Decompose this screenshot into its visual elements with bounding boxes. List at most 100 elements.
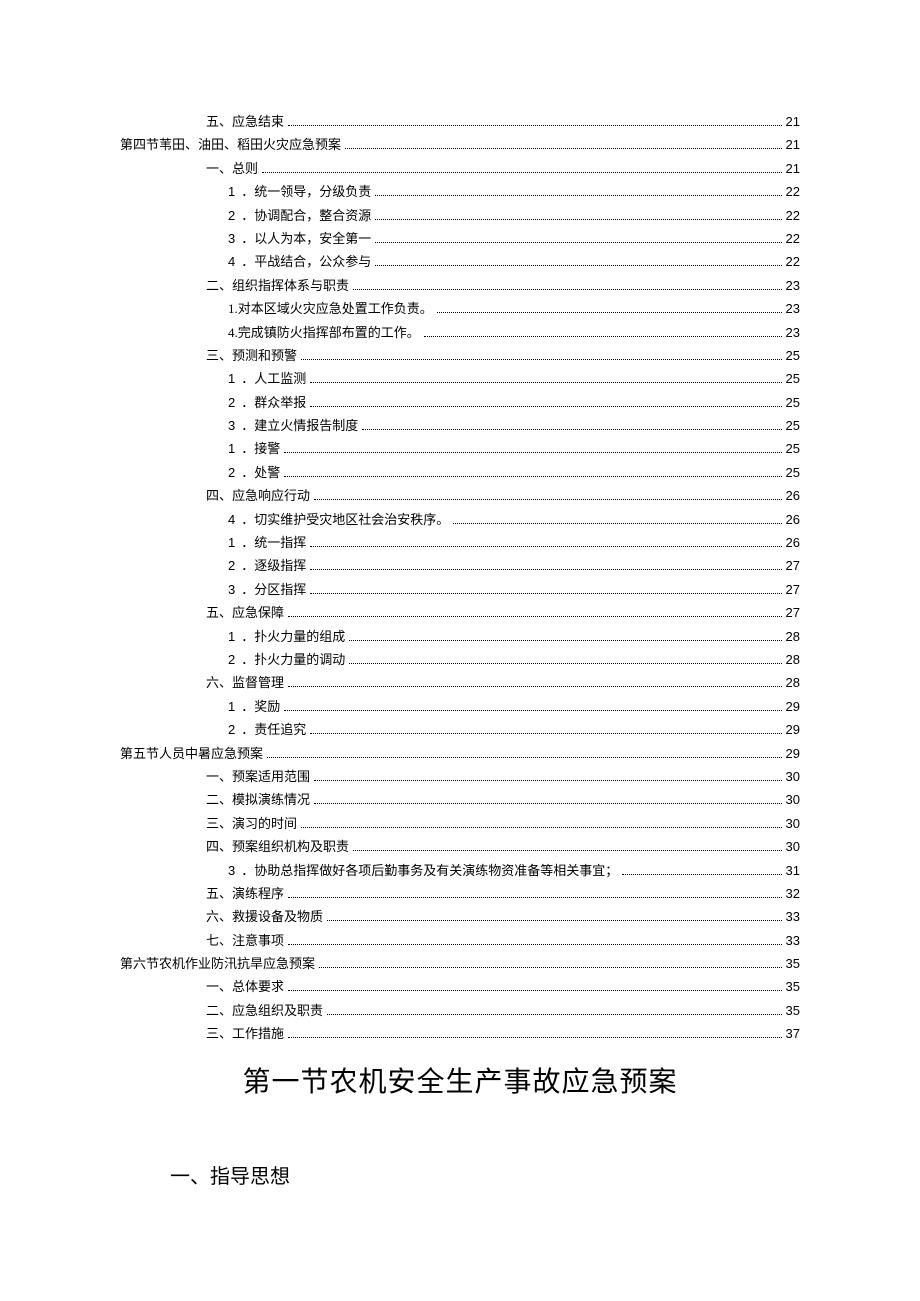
toc-entry-label: 五、应急保障 <box>206 601 284 624</box>
toc-entry-page: 21 <box>786 157 800 180</box>
toc-entry-page: 25 <box>786 461 800 484</box>
toc-entry-label: ．奖励 <box>241 695 280 718</box>
toc-entry-page: 30 <box>786 835 800 858</box>
toc-entry-label: ．以人为本，安全第一 <box>241 227 371 250</box>
toc-entry-page: 35 <box>786 999 800 1022</box>
toc-entry-label: 二、组织指挥体系与职责 <box>206 274 349 297</box>
toc-entry: 2．协调配合，整合资源22 <box>120 204 800 227</box>
toc-entry-page: 21 <box>786 133 800 156</box>
toc-leader-dots <box>288 1029 782 1038</box>
toc-entry: 第六节农机作业防汛抗旱应急预案35 <box>120 952 800 975</box>
toc-entry-label: ．人工监测 <box>241 367 306 390</box>
toc-entry-label: 第五节人员中暑应急预案 <box>120 742 263 765</box>
toc-entry-page: 27 <box>786 578 800 601</box>
toc-entry: 2．扑火力量的调动28 <box>120 648 800 671</box>
toc-entry-page: 21 <box>786 110 800 133</box>
toc-entry-page: 31 <box>786 859 800 882</box>
toc-entry-page: 25 <box>786 367 800 390</box>
toc-entry: 4.完成镇防火指挥部布置的工作。 23 <box>120 321 800 344</box>
toc-entry-page: 25 <box>786 414 800 437</box>
toc-entry-label: ．处警 <box>241 461 280 484</box>
toc-entry: 4．切实维护受灾地区社会治安秩序。26 <box>120 508 800 531</box>
toc-entry-label: ．接警 <box>241 437 280 460</box>
toc-entry-page: 23 <box>786 321 800 344</box>
toc-entry-label: 第六节农机作业防汛抗旱应急预案 <box>120 952 315 975</box>
toc-leader-dots <box>349 632 781 641</box>
toc-entry: 三、工作措施37 <box>120 1022 800 1045</box>
toc-leader-dots <box>262 164 782 173</box>
toc-leader-dots <box>375 234 781 243</box>
toc-entry-label: 四、预案组织机构及职责 <box>206 835 349 858</box>
toc-leader-dots <box>310 375 781 384</box>
toc-entry: 3．建立火情报告制度25 <box>120 414 800 437</box>
toc-entry: 二、组织指挥体系与职责23 <box>120 274 800 297</box>
toc-entry-page: 26 <box>786 484 800 507</box>
toc-entry: 七、注意事项33 <box>120 929 800 952</box>
toc-entry: 1．接警 25 <box>120 437 800 460</box>
table-of-contents: 五、应急结束21第四节苇田、油田、稻田火灾应急预案21一、总则211．统一领导，… <box>120 110 800 1046</box>
toc-entry-page: 35 <box>786 975 800 998</box>
toc-leader-dots <box>310 725 781 734</box>
toc-entry: 1．人工监测 25 <box>120 367 800 390</box>
toc-entry-page: 30 <box>786 812 800 835</box>
toc-entry-number: 2 <box>228 718 241 741</box>
toc-leader-dots <box>310 562 781 571</box>
toc-entry-number: 3 <box>228 414 241 437</box>
toc-leader-dots <box>284 702 781 711</box>
toc-entry-label: 一、预案适用范围 <box>206 765 310 788</box>
toc-entry-number: 3 <box>228 578 241 601</box>
toc-leader-dots <box>622 866 781 875</box>
toc-leader-dots <box>375 187 781 196</box>
toc-entry-number: 1 <box>228 531 241 554</box>
toc-entry-number: 1 <box>228 695 241 718</box>
toc-leader-dots <box>375 258 781 267</box>
toc-leader-dots <box>288 936 782 945</box>
toc-entry-page: 26 <box>786 531 800 554</box>
toc-entry-number: 2 <box>228 461 241 484</box>
toc-entry-page: 29 <box>786 718 800 741</box>
section-heading: 一、指导思想 <box>170 1160 800 1189</box>
toc-entry-label: ．责任追究 <box>241 718 306 741</box>
toc-entry-page: 32 <box>786 882 800 905</box>
toc-entry: 四、预案组织机构及职责 30 <box>120 835 800 858</box>
toc-entry-page: 22 <box>786 227 800 250</box>
toc-entry: 第四节苇田、油田、稻田火灾应急预案21 <box>120 133 800 156</box>
toc-entry: 一、总体要求35 <box>120 975 800 998</box>
toc-entry-label: 五、演练程序 <box>206 882 284 905</box>
toc-entry: 一、总则 21 <box>120 157 800 180</box>
toc-leader-dots <box>288 983 782 992</box>
toc-leader-dots <box>310 398 781 407</box>
toc-entry-label: 二、应急组织及职责 <box>206 999 323 1022</box>
toc-entry-page: 22 <box>786 204 800 227</box>
toc-entry: 二、模拟演练情况30 <box>120 788 800 811</box>
toc-leader-dots <box>314 772 782 781</box>
toc-entry-number: 2 <box>228 204 241 227</box>
toc-leader-dots <box>301 819 782 828</box>
toc-entry-page: 33 <box>786 905 800 928</box>
toc-entry-label: 4.完成镇防火指挥部布置的工作。 <box>228 321 420 344</box>
toc-entry: 五、演练程序 32 <box>120 882 800 905</box>
toc-entry-page: 29 <box>786 742 800 765</box>
toc-entry-number: 1 <box>228 437 241 460</box>
toc-entry-number: 3 <box>228 859 241 882</box>
toc-entry-label: 二、模拟演练情况 <box>206 788 310 811</box>
toc-entry-number: 2 <box>228 554 241 577</box>
document-page: 五、应急结束21第四节苇田、油田、稻田火灾应急预案21一、总则211．统一领导，… <box>0 0 920 1249</box>
toc-entry-number: 1 <box>228 367 241 390</box>
toc-entry-label: ．逐级指挥 <box>241 554 306 577</box>
toc-entry: 一、预案适用范围30 <box>120 765 800 788</box>
toc-entry: 三、预测和预警25 <box>120 344 800 367</box>
toc-entry-page: 25 <box>786 437 800 460</box>
toc-entry: 六、监督管理28 <box>120 671 800 694</box>
toc-entry: 五、应急保障27 <box>120 601 800 624</box>
toc-entry-label: ．扑火力量的调动 <box>241 648 345 671</box>
toc-entry-page: 28 <box>786 671 800 694</box>
toc-leader-dots <box>288 889 782 898</box>
toc-leader-dots <box>437 304 782 313</box>
toc-entry-label: 一、总则 <box>206 157 258 180</box>
toc-leader-dots <box>453 515 781 524</box>
toc-entry: 4．平战结合，公众参与22 <box>120 250 800 273</box>
toc-entry: 2．逐级指挥27 <box>120 554 800 577</box>
toc-entry-page: 33 <box>786 929 800 952</box>
toc-entry: 2．责任追究 29 <box>120 718 800 741</box>
